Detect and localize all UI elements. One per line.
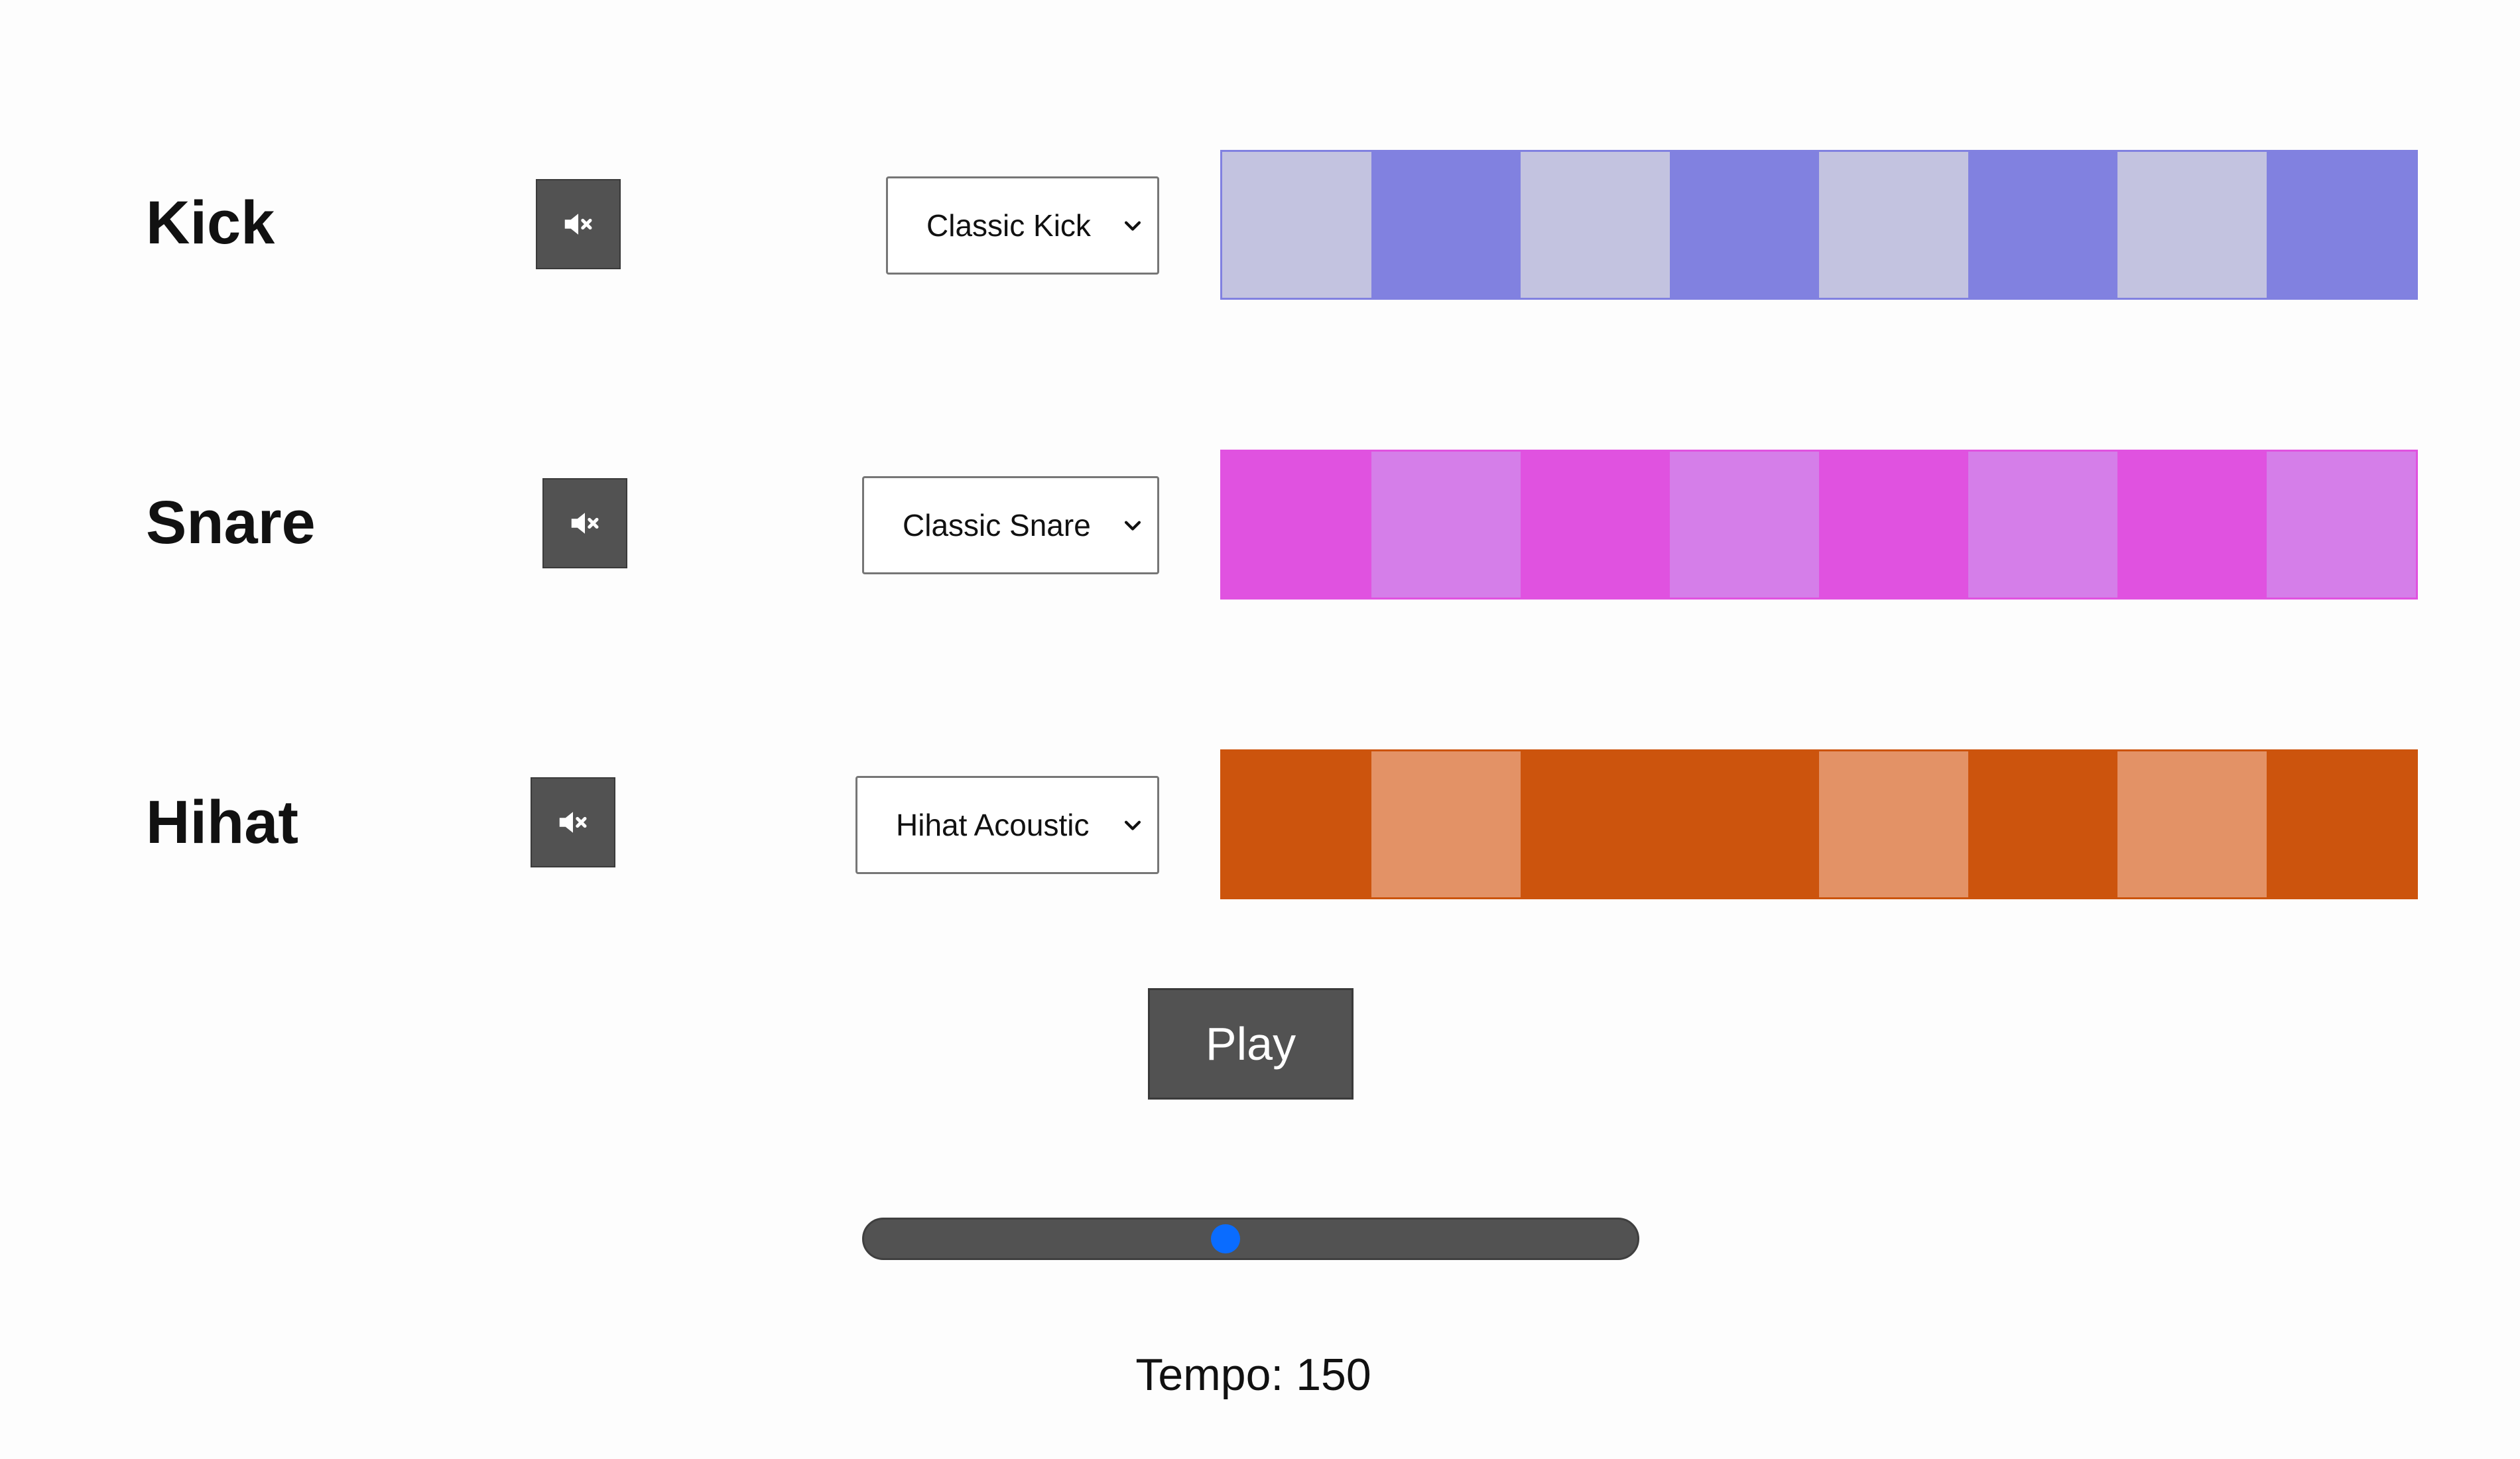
mute-button-snare[interactable] [542, 478, 627, 568]
pad-row-kick [1220, 150, 2418, 300]
play-button[interactable]: Play [1148, 988, 1354, 1100]
mute-button-kick[interactable] [536, 179, 621, 269]
sound-select-hihat-value: Hihat Acoustic [896, 808, 1090, 842]
muted-speaker-icon [560, 206, 596, 242]
muted-speaker-icon [567, 505, 603, 541]
step-pad-snare-7[interactable] [2117, 452, 2267, 598]
sound-select-kick[interactable]: Classic Kick [886, 176, 1159, 275]
step-pad-kick-1[interactable] [1222, 152, 1371, 298]
step-pad-hihat-8[interactable] [2267, 751, 2416, 897]
step-pad-snare-8[interactable] [2267, 452, 2416, 598]
step-pad-kick-6[interactable] [1968, 152, 2117, 298]
sound-select-snare-value: Classic Snare [903, 508, 1091, 542]
step-pad-kick-3[interactable] [1521, 152, 1670, 298]
step-pad-hihat-3[interactable] [1521, 751, 1670, 897]
step-pad-snare-4[interactable] [1670, 452, 1819, 598]
track-name-snare: Snare [146, 489, 316, 556]
step-pad-kick-5[interactable] [1819, 152, 1968, 298]
step-pad-kick-4[interactable] [1670, 152, 1819, 298]
step-pad-hihat-7[interactable] [2117, 751, 2267, 897]
step-pad-snare-1[interactable] [1222, 452, 1371, 598]
step-pad-kick-7[interactable] [2117, 152, 2267, 298]
pad-row-snare [1220, 450, 2418, 600]
step-pad-hihat-1[interactable] [1222, 751, 1371, 897]
step-pad-snare-6[interactable] [1968, 452, 2117, 598]
step-pad-kick-8[interactable] [2267, 152, 2416, 298]
sound-select-kick-value: Classic Kick [926, 208, 1091, 243]
tempo-slider-thumb[interactable] [1210, 1224, 1240, 1253]
step-pad-hihat-6[interactable] [1968, 751, 2117, 897]
step-pad-hihat-2[interactable] [1371, 751, 1521, 897]
tempo-label: Tempo: 150 [1135, 1350, 1371, 1400]
chevron-down-icon [1108, 514, 1144, 537]
step-pad-kick-2[interactable] [1371, 152, 1521, 298]
tempo-slider[interactable] [862, 1218, 1639, 1260]
track-name-kick: Kick [146, 189, 275, 257]
chevron-down-icon [1108, 214, 1144, 237]
step-pad-snare-5[interactable] [1819, 452, 1968, 598]
chevron-down-icon [1108, 814, 1144, 836]
step-pad-hihat-4[interactable] [1670, 751, 1819, 897]
track-name-hihat: Hihat [146, 789, 298, 856]
step-pad-snare-3[interactable] [1521, 452, 1670, 598]
pad-row-hihat [1220, 749, 2418, 899]
step-pad-hihat-5[interactable] [1819, 751, 1968, 897]
sound-select-hihat[interactable]: Hihat Acoustic [855, 776, 1159, 874]
sound-select-snare[interactable]: Classic Snare [862, 476, 1159, 574]
step-pad-snare-2[interactable] [1371, 452, 1521, 598]
drum-machine: Kick Classic Kick Snare Classic Snare Hi… [0, 0, 2520, 1459]
mute-button-hihat[interactable] [531, 777, 615, 867]
muted-speaker-icon [555, 804, 591, 840]
